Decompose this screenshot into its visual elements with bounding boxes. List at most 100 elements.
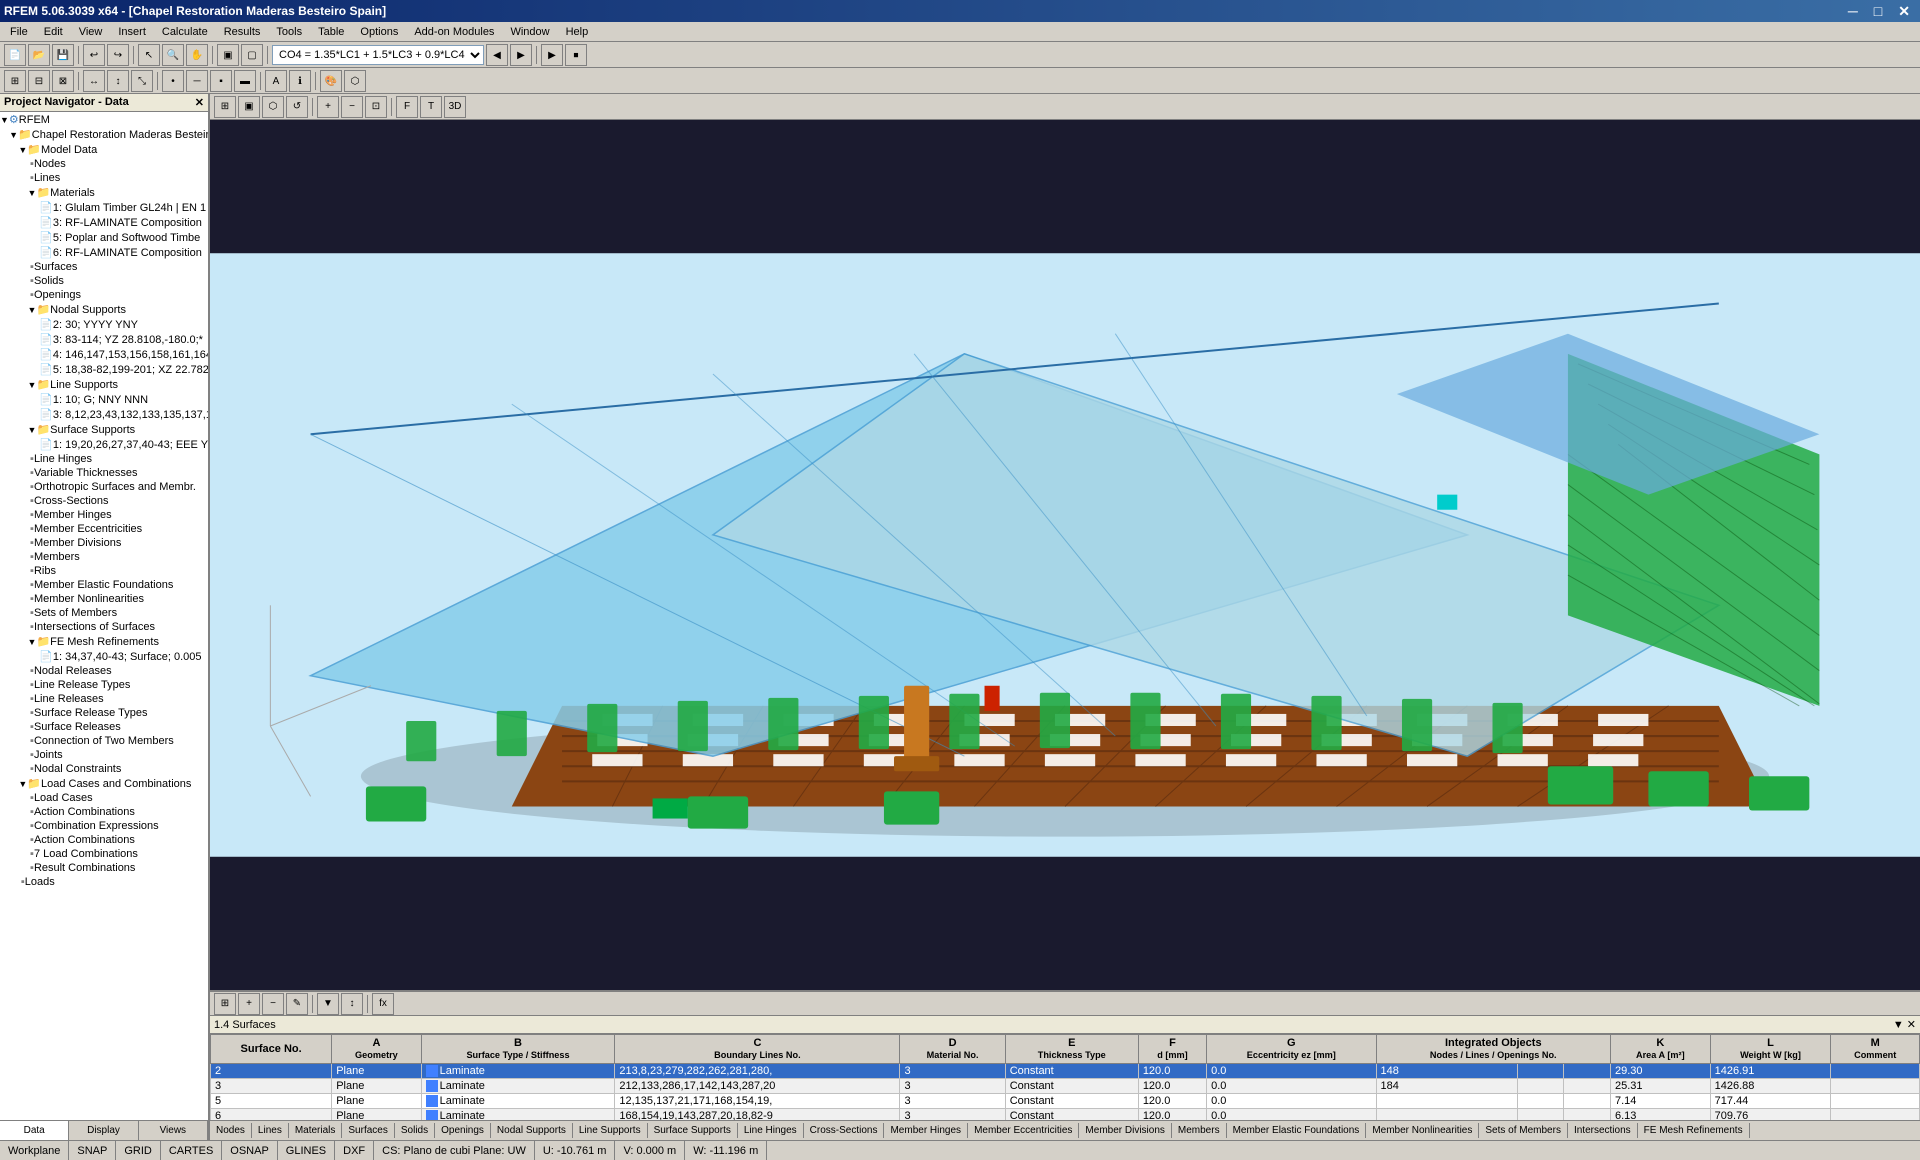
nav-tab-views[interactable]: Views: [139, 1121, 208, 1140]
vp-tb4[interactable]: ↺: [286, 96, 308, 118]
nav-item-lines[interactable]: ▪ Lines: [0, 171, 208, 185]
tb-run[interactable]: ▶: [541, 44, 563, 66]
nav-item-openings[interactable]: ▪ Openings: [0, 288, 208, 302]
tb-undo[interactable]: ↩: [83, 44, 105, 66]
nav-item-actioncombinations[interactable]: ▪ Action Combinations: [0, 833, 208, 847]
menu-view[interactable]: View: [71, 24, 111, 40]
nav-item-femesh[interactable]: ▼📁 FE Mesh Refinements: [0, 634, 208, 649]
table-filter[interactable]: ▼: [317, 993, 339, 1015]
nav-item-membernonlinear[interactable]: ▪ Member Nonlinearities: [0, 592, 208, 606]
nav-item-surfacesupports[interactable]: ▼📁 Surface Supports: [0, 422, 208, 437]
bottom-tab-cross-sections[interactable]: Cross-Sections: [804, 1123, 885, 1138]
table-tb1[interactable]: ⊞: [214, 993, 236, 1015]
nav-item-ns1[interactable]: 📄 2: 30; YYYY YNY: [0, 317, 208, 332]
menu-insert[interactable]: Insert: [110, 24, 154, 40]
tb-stop[interactable]: ⏹: [565, 44, 587, 66]
table-tb2[interactable]: +: [238, 993, 260, 1015]
nav-item-surfacereleases[interactable]: ▪ Surface Releases: [0, 720, 208, 734]
menu-calculate[interactable]: Calculate: [154, 24, 216, 40]
tb-select[interactable]: ↖: [138, 44, 160, 66]
vp-zoom-in[interactable]: +: [317, 96, 339, 118]
tb2-line[interactable]: ─: [186, 70, 208, 92]
tb-zoom[interactable]: 🔍: [162, 44, 184, 66]
bottom-tab-member-divisions[interactable]: Member Divisions: [1079, 1123, 1171, 1138]
tb2-info[interactable]: ℹ: [289, 70, 311, 92]
nav-item-rfem[interactable]: ▼⚙ RFEM: [0, 112, 208, 127]
table-sort[interactable]: ↕: [341, 993, 363, 1015]
nav-item-ls1[interactable]: 📄 1: 10; G; NNY NNN: [0, 392, 208, 407]
menu-file[interactable]: File: [2, 24, 36, 40]
bottom-tab-member-eccentricities[interactable]: Member Eccentricities: [968, 1123, 1079, 1138]
tb-prev[interactable]: ◀: [486, 44, 508, 66]
tb2-4[interactable]: ↔: [83, 70, 105, 92]
nav-item-variablethick[interactable]: ▪ Variable Thicknesses: [0, 466, 208, 480]
nav-item-solids[interactable]: ▪ Solids: [0, 274, 208, 288]
viewport-3d[interactable]: [210, 120, 1920, 990]
nav-item-ribs[interactable]: ▪ Ribs: [0, 564, 208, 578]
menu-table[interactable]: Table: [310, 24, 352, 40]
nav-item-surfaces[interactable]: ▪ Surfaces: [0, 260, 208, 274]
combination-dropdown[interactable]: CO4 = 1.35*LC1 + 1.5*LC3 + 0.9*LC4: [272, 45, 484, 65]
nav-item-loadcases[interactable]: ▼📁 Load Cases and Combinations: [0, 776, 208, 791]
bottom-tab-members[interactable]: Members: [1172, 1123, 1227, 1138]
nav-item-linereleases[interactable]: ▪ Line Releases: [0, 692, 208, 706]
nav-item-setsofmembers[interactable]: ▪ Sets of Members: [0, 606, 208, 620]
tb2-3[interactable]: ⊠: [52, 70, 74, 92]
vp-tb1[interactable]: ⊞: [214, 96, 236, 118]
nav-item-chapel[interactable]: ▼📁 Chapel Restoration Maderas Besteiro S…: [0, 127, 208, 142]
dxf-status[interactable]: DXF: [335, 1141, 374, 1160]
tb2-2[interactable]: ⊟: [28, 70, 50, 92]
grid-status[interactable]: GRID: [116, 1141, 161, 1160]
nav-item-mat6[interactable]: 📄 6: RF-LAMINATE Composition: [0, 245, 208, 260]
close-button[interactable]: ✕: [1892, 3, 1916, 20]
nav-item-combinationexpressions[interactable]: ▪ Combination Expressions: [0, 819, 208, 833]
bottom-tab-line-supports[interactable]: Line Supports: [573, 1123, 648, 1138]
nav-item-mat1[interactable]: 📄 1: Glulam Timber GL24h | EN 1: [0, 200, 208, 215]
vp-tb3[interactable]: ⬡: [262, 96, 284, 118]
table-tb4[interactable]: ✎: [286, 993, 308, 1015]
table-row[interactable]: 5 Plane Laminate 12,135,137,21,171,168,1…: [211, 1094, 1920, 1109]
data-table-wrapper[interactable]: Surface No. AGeometry BSurface Type / St…: [210, 1034, 1920, 1120]
bottom-close-icon[interactable]: ✕: [1907, 1019, 1916, 1031]
nav-item-nodes[interactable]: ▪ Nodes: [0, 157, 208, 171]
nav-item-surfacereleasetypes[interactable]: ▪ Surface Release Types: [0, 706, 208, 720]
nav-item-loadcombinations[interactable]: ▪ 7 Load Combinations: [0, 847, 208, 861]
nav-item-linehinges[interactable]: ▪ Line Hinges: [0, 452, 208, 466]
tb2-label[interactable]: A: [265, 70, 287, 92]
nav-item-orthotropic[interactable]: ▪ Orthotropic Surfaces and Membr.: [0, 480, 208, 494]
table-row[interactable]: 3 Plane Laminate 212,133,286,17,142,143,…: [211, 1079, 1920, 1094]
bottom-tab-member-hinges[interactable]: Member Hinges: [884, 1123, 968, 1138]
table-tb3[interactable]: −: [262, 993, 284, 1015]
bottom-tab-lines[interactable]: Lines: [252, 1123, 289, 1138]
osnap-status[interactable]: OSNAP: [222, 1141, 278, 1160]
nav-item-intersections[interactable]: ▪ Intersections of Surfaces: [0, 620, 208, 634]
tb2-iso[interactable]: ⬡: [344, 70, 366, 92]
nav-item-loads[interactable]: ▪ Loads: [0, 875, 208, 889]
nav-tab-display[interactable]: Display: [69, 1121, 138, 1140]
vp-fit[interactable]: ⊡: [365, 96, 387, 118]
vp-top[interactable]: T: [420, 96, 442, 118]
table-formula[interactable]: fx: [372, 993, 394, 1015]
nav-item-actioncombinations2[interactable]: ▪ Action Combinations: [0, 805, 208, 819]
nav-item-mat5[interactable]: 📄 5: Poplar and Softwood Timbe: [0, 230, 208, 245]
nav-item-ns2[interactable]: 📄 3: 83-114; YZ 28.8108,-180.0;*: [0, 332, 208, 347]
menu-tools[interactable]: Tools: [268, 24, 310, 40]
nav-item-ns4[interactable]: 📄 5: 18,38-82,199-201; XZ 22.7824: [0, 362, 208, 377]
bottom-tab-solids[interactable]: Solids: [395, 1123, 435, 1138]
cartes-status[interactable]: CARTES: [161, 1141, 222, 1160]
menu-addon[interactable]: Add-on Modules: [406, 24, 502, 40]
bottom-minimize-icon[interactable]: ▼: [1893, 1019, 1904, 1031]
tb2-1[interactable]: ⊞: [4, 70, 26, 92]
menu-help[interactable]: Help: [558, 24, 597, 40]
nav-item-crosssections[interactable]: ▪ Cross-Sections: [0, 494, 208, 508]
menu-window[interactable]: Window: [502, 24, 557, 40]
nav-item-connectiontwo[interactable]: ▪ Connection of Two Members: [0, 734, 208, 748]
tb2-6[interactable]: ⤡: [131, 70, 153, 92]
vp-front[interactable]: F: [396, 96, 418, 118]
nav-item-memberelastic[interactable]: ▪ Member Elastic Foundations: [0, 578, 208, 592]
table-row[interactable]: 6 Plane Laminate 168,154,19,143,287,20,1…: [211, 1109, 1920, 1120]
bottom-tab-member-elastic-foundations[interactable]: Member Elastic Foundations: [1227, 1123, 1367, 1138]
nav-item-resultcombinations[interactable]: ▪ Result Combinations: [0, 861, 208, 875]
tb-wireframe[interactable]: ▢: [241, 44, 263, 66]
nav-item-nodalreleases[interactable]: ▪ Nodal Releases: [0, 664, 208, 678]
